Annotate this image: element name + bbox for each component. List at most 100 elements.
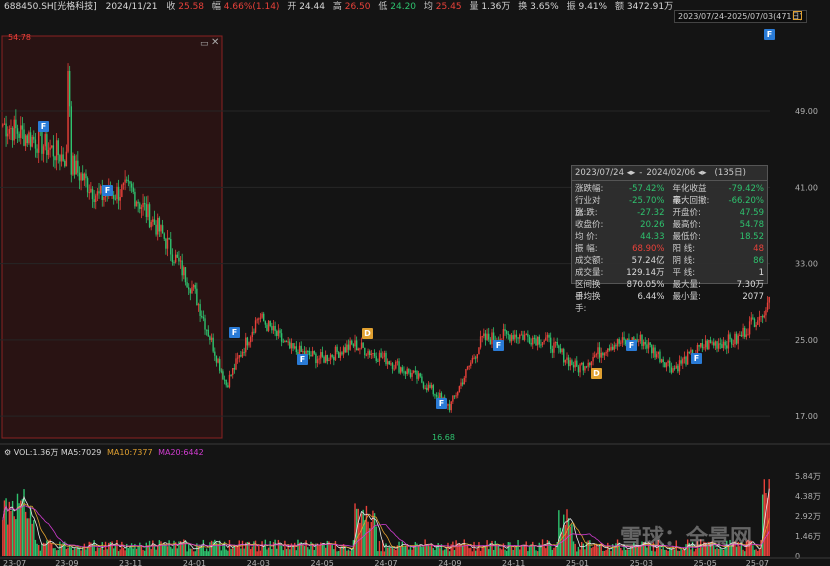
candle-body — [241, 351, 244, 357]
dividend-icon[interactable]: D — [362, 328, 373, 339]
stats-row: 涨 跌: -27.32 开盘价: 47.59 — [575, 207, 764, 219]
volume-bar — [479, 550, 482, 556]
stats-value: -25.70% — [629, 196, 665, 206]
range-stats-panel: 2023/07/24 ◂▸ - 2024/02/06 ◂▸ (135日) 涨跌幅… — [571, 165, 768, 314]
volume-bar — [240, 548, 242, 556]
flag-icon[interactable]: F — [436, 398, 447, 409]
stats-label: 涨跌幅: — [575, 184, 604, 194]
candle-body — [659, 351, 661, 363]
stats-row: 区间换手: 870.05% 最大量: 7.30万 — [575, 279, 764, 302]
stats-label: 年化收益率: — [672, 184, 707, 206]
stats-start-date[interactable]: 2023/07/24 ◂▸ — [575, 166, 635, 180]
stats-value: 44.33 — [640, 232, 665, 242]
candle-body — [620, 342, 622, 344]
candle-body — [455, 395, 457, 397]
vol-y-tick-label: 2.92万 — [795, 512, 821, 521]
volume-bar — [228, 540, 231, 556]
volume-bar — [501, 549, 503, 556]
close-icon[interactable]: ✕ — [211, 37, 219, 49]
candle-body — [8, 129, 11, 134]
candle-body — [249, 337, 252, 343]
stats-value: 6.44% — [637, 292, 665, 302]
candle-body — [571, 360, 573, 366]
candle-body — [558, 345, 560, 349]
settings-icon[interactable]: ⚙ — [4, 448, 11, 457]
candle-body — [757, 320, 759, 325]
candle-body — [272, 325, 275, 331]
dividend-icon[interactable]: D — [591, 368, 602, 379]
volume-bar — [569, 526, 571, 556]
candle-body — [70, 106, 72, 175]
candle-body — [207, 329, 209, 337]
vol-y-tick-label: 1.46万 — [795, 532, 821, 541]
period-low-label: 16.68 — [432, 433, 455, 442]
candle-body — [427, 384, 430, 391]
flag-icon[interactable]: F — [626, 340, 637, 351]
candle-body — [479, 336, 482, 348]
candle-body — [535, 338, 537, 346]
candle-body — [31, 136, 33, 147]
candle-body — [417, 373, 420, 379]
volume-bar — [243, 548, 245, 556]
stats-end-date[interactable]: 2024/02/06 ◂▸ — [646, 166, 706, 180]
volume-bar — [522, 545, 524, 556]
flag-icon[interactable]: F — [229, 327, 240, 338]
stats-row: 成交量: 129.14万平 线: 1 — [575, 267, 764, 279]
candle-body — [486, 333, 488, 340]
flag-icon[interactable]: F — [691, 353, 702, 364]
y-tick-label: 41.00 — [795, 183, 818, 192]
x-tick-label: 24-11 — [502, 559, 525, 566]
volume-bar — [189, 548, 192, 556]
volume-bar — [499, 548, 501, 556]
candle-body — [569, 360, 571, 367]
volume-bar — [408, 549, 410, 556]
volume-bar — [67, 547, 69, 556]
volume-bar — [186, 551, 188, 556]
candle-body — [176, 254, 178, 258]
candle-body — [595, 354, 598, 356]
ma10-legend: MA10:7377 — [106, 448, 153, 457]
volume-bar — [103, 549, 105, 556]
candle-body — [139, 203, 141, 209]
candle-body — [336, 346, 338, 353]
candle-body — [36, 148, 38, 153]
candle-body — [414, 370, 417, 372]
flag-icon[interactable]: F — [764, 29, 775, 40]
candle-body — [525, 334, 527, 336]
candle-body — [60, 154, 63, 162]
volume-bar — [222, 544, 224, 556]
candle-body — [411, 372, 413, 377]
candle-body — [173, 262, 175, 264]
stats-value: 54.78 — [739, 220, 764, 230]
candle-body — [13, 119, 15, 141]
y-tick-label: 17.00 — [795, 412, 818, 421]
volume-bar — [365, 505, 368, 556]
flag-icon[interactable]: F — [493, 340, 504, 351]
candle-body — [504, 329, 506, 332]
flag-icon[interactable]: F — [297, 354, 308, 365]
candle-body — [665, 362, 668, 368]
x-tick-label: 24-09 — [438, 559, 461, 566]
volume-bar — [7, 524, 9, 556]
volume-bar — [587, 540, 589, 556]
volume-bar — [758, 549, 761, 556]
volume-bar — [468, 548, 470, 556]
volume-bar — [57, 549, 59, 556]
candle-body — [457, 392, 459, 396]
candle-body — [721, 344, 723, 348]
candle-body — [426, 387, 428, 391]
flag-icon[interactable]: F — [102, 185, 113, 196]
box-window-icon[interactable]: ▭ — [200, 38, 209, 50]
volume-bar — [96, 547, 99, 556]
candle-body — [700, 343, 702, 347]
volume-bar — [145, 542, 148, 556]
flag-icon[interactable]: F — [38, 121, 49, 132]
candle-body — [662, 359, 664, 363]
volume-bar — [395, 550, 397, 556]
candle-body — [572, 365, 575, 368]
candle-body — [607, 348, 609, 353]
volume-legend: ⚙ VOL:1.36万 MA5:7029 MA10:7377 MA20:6442 — [4, 447, 204, 459]
volume-bar — [143, 550, 146, 556]
vol-legend-value: VOL:1.36万 — [13, 448, 59, 457]
candle-body — [514, 334, 516, 340]
